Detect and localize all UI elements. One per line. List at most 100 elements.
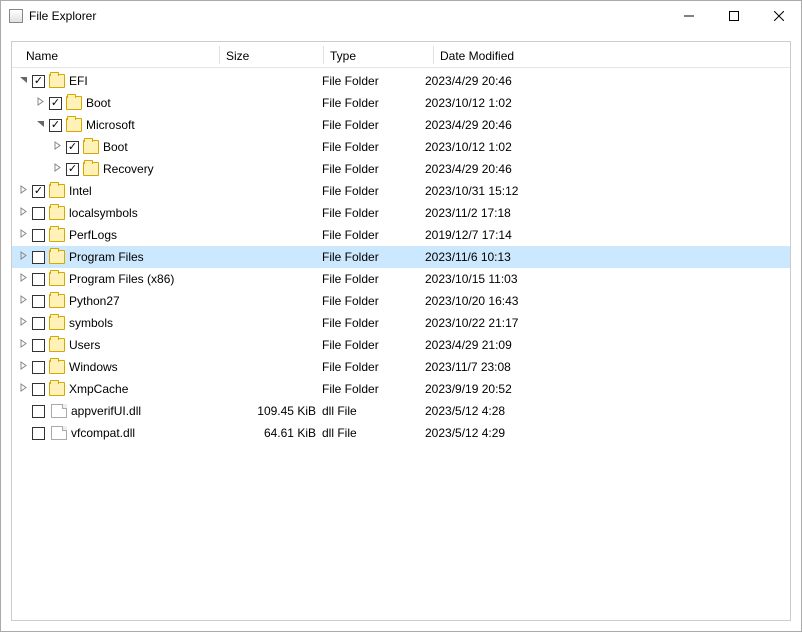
close-icon bbox=[774, 11, 784, 21]
name-cell: Program Files (x86) bbox=[12, 268, 225, 290]
chevron-down-icon[interactable] bbox=[33, 119, 47, 131]
table-row[interactable]: BootFile Folder2023/10/12 1:02 bbox=[12, 136, 790, 158]
chevron-right-icon[interactable] bbox=[16, 295, 30, 307]
row-checkbox[interactable] bbox=[66, 163, 79, 176]
chevron-right-icon[interactable] bbox=[16, 229, 30, 241]
maximize-button[interactable] bbox=[711, 1, 756, 31]
item-date: 2023/10/12 1:02 bbox=[425, 140, 790, 154]
item-date: 2023/9/19 20:52 bbox=[425, 382, 790, 396]
item-name: PerfLogs bbox=[69, 228, 117, 242]
row-checkbox[interactable] bbox=[32, 427, 45, 440]
name-cell: EFI bbox=[12, 70, 225, 92]
row-checkbox[interactable] bbox=[32, 251, 45, 264]
table-row[interactable]: appverifUI.dll109.45 KiBdll File2023/5/1… bbox=[12, 400, 790, 422]
item-name: Users bbox=[69, 338, 100, 352]
table-row[interactable]: IntelFile Folder2023/10/31 15:12 bbox=[12, 180, 790, 202]
chevron-right-icon[interactable] bbox=[16, 251, 30, 263]
item-date: 2023/11/7 23:08 bbox=[425, 360, 790, 374]
column-header-date[interactable]: Date Modified bbox=[440, 46, 790, 63]
minimize-button[interactable] bbox=[666, 1, 711, 31]
row-checkbox[interactable] bbox=[66, 141, 79, 154]
column-header-type[interactable]: Type bbox=[330, 46, 433, 63]
minimize-icon bbox=[684, 11, 694, 21]
name-cell: Intel bbox=[12, 180, 225, 202]
row-checkbox[interactable] bbox=[32, 295, 45, 308]
row-checkbox[interactable] bbox=[32, 383, 45, 396]
item-name: Microsoft bbox=[86, 118, 135, 132]
row-checkbox[interactable] bbox=[32, 229, 45, 242]
row-checkbox[interactable] bbox=[32, 207, 45, 220]
item-name: EFI bbox=[69, 74, 88, 88]
chevron-right-icon[interactable] bbox=[16, 185, 30, 197]
folder-icon bbox=[49, 382, 65, 396]
table-row[interactable]: MicrosoftFile Folder2023/4/29 20:46 bbox=[12, 114, 790, 136]
row-checkbox[interactable] bbox=[32, 339, 45, 352]
file-tree: EFIFile Folder2023/4/29 20:46BootFile Fo… bbox=[12, 68, 790, 444]
table-row[interactable]: PerfLogsFile Folder2019/12/7 17:14 bbox=[12, 224, 790, 246]
table-row[interactable]: WindowsFile Folder2023/11/7 23:08 bbox=[12, 356, 790, 378]
item-name: Intel bbox=[69, 184, 92, 198]
row-checkbox[interactable] bbox=[49, 97, 62, 110]
table-row[interactable]: XmpCacheFile Folder2023/9/19 20:52 bbox=[12, 378, 790, 400]
item-date: 2023/10/15 11:03 bbox=[425, 272, 790, 286]
row-checkbox[interactable] bbox=[49, 119, 62, 132]
folder-icon bbox=[49, 74, 65, 88]
column-header-name[interactable]: Name bbox=[12, 46, 219, 63]
chevron-right-icon[interactable] bbox=[16, 207, 30, 219]
folder-icon bbox=[49, 184, 65, 198]
window: File Explorer Name Size Type Date Modifi… bbox=[0, 0, 802, 632]
close-button[interactable] bbox=[756, 1, 801, 31]
name-cell: localsymbols bbox=[12, 202, 225, 224]
item-type: File Folder bbox=[322, 206, 425, 220]
table-row[interactable]: Python27File Folder2023/10/20 16:43 bbox=[12, 290, 790, 312]
table-row[interactable]: EFIFile Folder2023/4/29 20:46 bbox=[12, 70, 790, 92]
column-separator[interactable] bbox=[323, 46, 324, 64]
table-row[interactable]: BootFile Folder2023/10/12 1:02 bbox=[12, 92, 790, 114]
chevron-right-icon[interactable] bbox=[50, 163, 64, 175]
name-cell: Windows bbox=[12, 356, 225, 378]
row-checkbox[interactable] bbox=[32, 273, 45, 286]
item-type: File Folder bbox=[322, 382, 425, 396]
file-icon bbox=[51, 426, 67, 440]
name-cell: symbols bbox=[12, 312, 225, 334]
item-date: 2023/5/12 4:29 bbox=[425, 426, 790, 440]
file-icon bbox=[51, 404, 67, 418]
table-row[interactable]: Program Files (x86)File Folder2023/10/15… bbox=[12, 268, 790, 290]
chevron-right-icon[interactable] bbox=[16, 361, 30, 373]
item-type: File Folder bbox=[322, 250, 425, 264]
chevron-down-icon[interactable] bbox=[16, 75, 30, 87]
chevron-right-icon[interactable] bbox=[16, 383, 30, 395]
row-checkbox[interactable] bbox=[32, 185, 45, 198]
folder-icon bbox=[49, 250, 65, 264]
column-separator[interactable] bbox=[219, 46, 220, 64]
table-row[interactable]: vfcompat.dll64.61 KiBdll File2023/5/12 4… bbox=[12, 422, 790, 444]
folder-icon bbox=[49, 206, 65, 220]
chevron-right-icon[interactable] bbox=[50, 141, 64, 153]
item-date: 2019/12/7 17:14 bbox=[425, 228, 790, 242]
column-separator[interactable] bbox=[433, 46, 434, 64]
folder-icon bbox=[49, 272, 65, 286]
chevron-right-icon[interactable] bbox=[33, 97, 47, 109]
window-controls bbox=[666, 1, 801, 31]
chevron-right-icon[interactable] bbox=[16, 339, 30, 351]
chevron-right-icon[interactable] bbox=[16, 317, 30, 329]
chevron-right-icon[interactable] bbox=[16, 273, 30, 285]
row-checkbox[interactable] bbox=[32, 317, 45, 330]
column-header-size[interactable]: Size bbox=[226, 46, 323, 63]
row-checkbox[interactable] bbox=[32, 75, 45, 88]
column-header-row: Name Size Type Date Modified bbox=[12, 42, 790, 68]
row-checkbox[interactable] bbox=[32, 405, 45, 418]
name-cell: Python27 bbox=[12, 290, 225, 312]
titlebar[interactable]: File Explorer bbox=[1, 1, 801, 31]
row-checkbox[interactable] bbox=[32, 361, 45, 374]
table-row[interactable]: UsersFile Folder2023/4/29 21:09 bbox=[12, 334, 790, 356]
name-cell: Recovery bbox=[12, 158, 225, 180]
name-cell: Boot bbox=[12, 136, 225, 158]
folder-icon bbox=[49, 360, 65, 374]
item-name: Boot bbox=[103, 140, 128, 154]
table-row[interactable]: localsymbolsFile Folder2023/11/2 17:18 bbox=[12, 202, 790, 224]
item-name: appverifUI.dll bbox=[71, 404, 141, 418]
table-row[interactable]: RecoveryFile Folder2023/4/29 20:46 bbox=[12, 158, 790, 180]
table-row[interactable]: symbolsFile Folder2023/10/22 21:17 bbox=[12, 312, 790, 334]
table-row[interactable]: Program FilesFile Folder2023/11/6 10:13 bbox=[12, 246, 790, 268]
